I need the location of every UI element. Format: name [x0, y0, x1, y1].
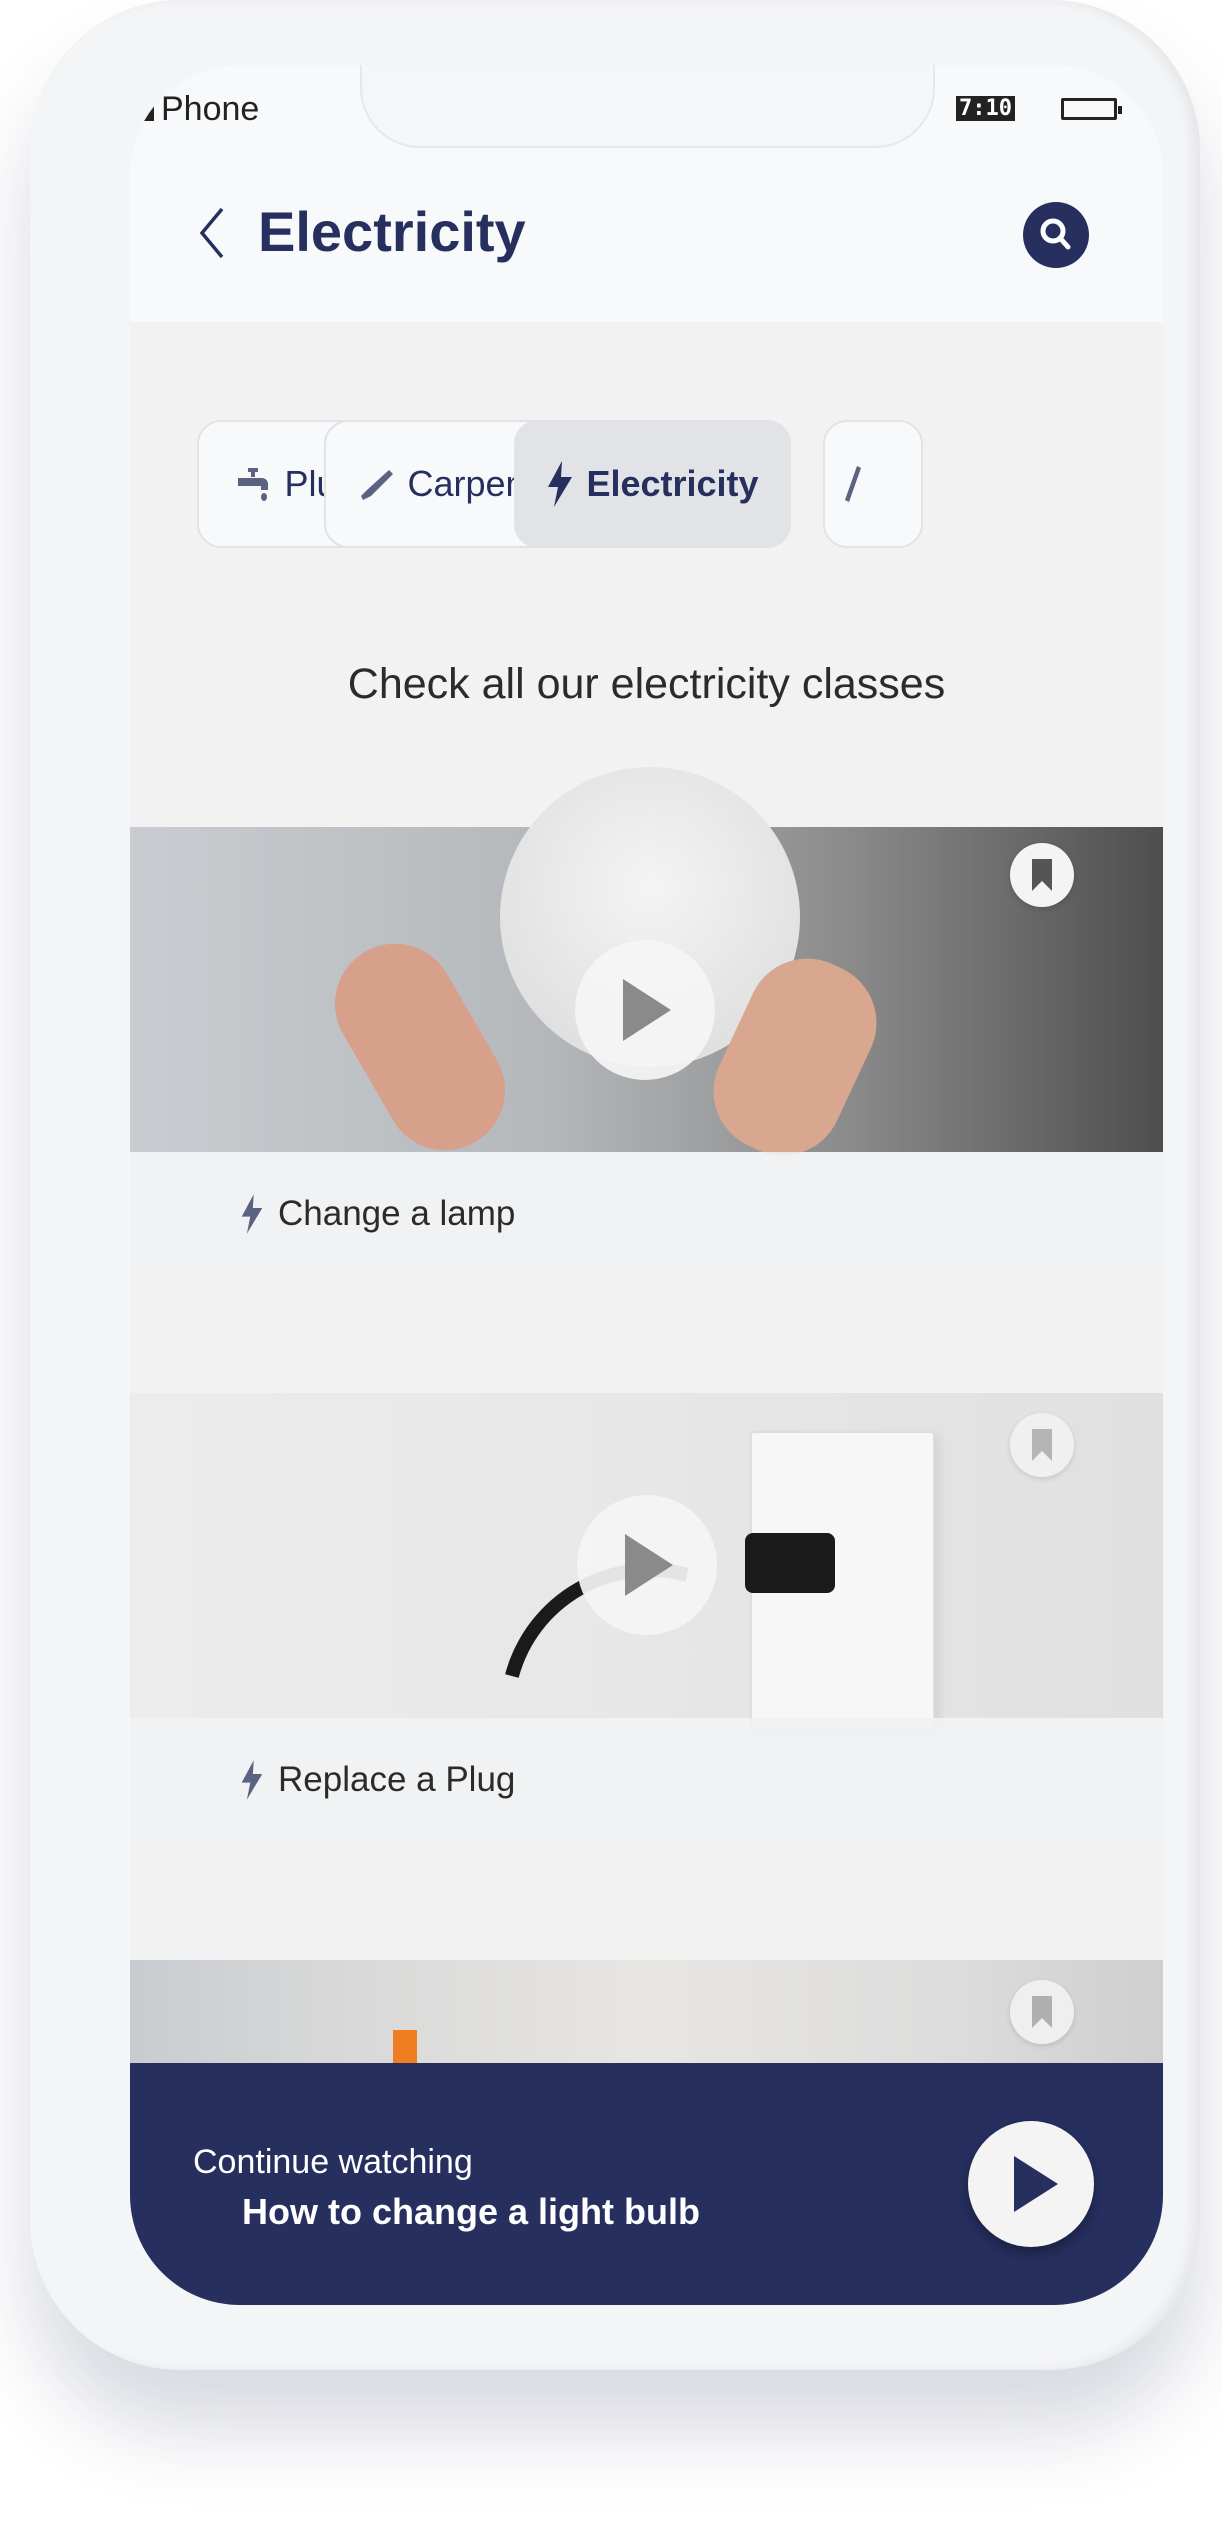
- clock: 7:10: [956, 96, 1015, 121]
- search-icon: [1040, 218, 1071, 250]
- continue-title: How to change a light bulb: [242, 2191, 700, 2232]
- faucet-icon: [238, 468, 269, 501]
- app-screen: Phone 7:10 Electricity Plumbing Carpentr…: [130, 65, 1163, 2305]
- category-label: Electricity: [586, 463, 759, 504]
- hand: [313, 921, 527, 1173]
- bookmark-button[interactable]: [1010, 1413, 1074, 1477]
- class-item-replace-plug[interactable]: Replace a Plug: [130, 1718, 1163, 1841]
- plug: [745, 1533, 835, 1593]
- bookmark-icon: [1032, 859, 1052, 891]
- class-title: Replace a Plug: [278, 1759, 516, 1799]
- class-title: Change a lamp: [278, 1193, 516, 1233]
- search-button[interactable]: [1023, 202, 1089, 268]
- bolt-icon: [548, 461, 573, 507]
- bookmark-button[interactable]: [1010, 1980, 1074, 2044]
- play-icon: [625, 1534, 673, 1596]
- notch: [360, 65, 935, 148]
- page-title: Electricity: [258, 200, 526, 263]
- signal-bars-icon: [130, 65, 158, 125]
- play-button[interactable]: [577, 1495, 717, 1635]
- bookmark-icon: [1032, 1429, 1052, 1461]
- bookmark-icon: [1032, 1996, 1052, 2028]
- play-icon: [1014, 2156, 1058, 2212]
- class-item-change-lamp[interactable]: Change a lamp: [130, 1152, 1163, 1275]
- back-button[interactable]: [198, 205, 238, 265]
- tool-icon: [845, 466, 861, 502]
- class-thumbnail-partial[interactable]: [130, 1960, 1163, 2070]
- carrier-label: Phone: [161, 90, 260, 128]
- continue-watching-bar[interactable]: Continue watching How to change a light …: [130, 2063, 1163, 2305]
- battery-icon: [1061, 98, 1122, 120]
- category-chip-electricity[interactable]: Electricity: [514, 420, 791, 548]
- continue-play-button[interactable]: [968, 2121, 1094, 2247]
- bolt-icon: [241, 1193, 263, 1234]
- saw-icon: [361, 470, 394, 500]
- phone-frame: Phone 7:10 Electricity Plumbing Carpentr…: [30, 0, 1200, 2370]
- bolt-icon: [241, 1759, 263, 1800]
- play-icon: [623, 979, 671, 1041]
- play-button[interactable]: [575, 940, 715, 1080]
- section-subtitle: Check all our electricity classes: [347, 660, 946, 708]
- bookmark-button[interactable]: [1010, 843, 1074, 907]
- continue-label: Continue watching: [193, 2143, 473, 2181]
- chevron-left-icon: [199, 207, 224, 259]
- category-chip-more[interactable]: [823, 420, 923, 548]
